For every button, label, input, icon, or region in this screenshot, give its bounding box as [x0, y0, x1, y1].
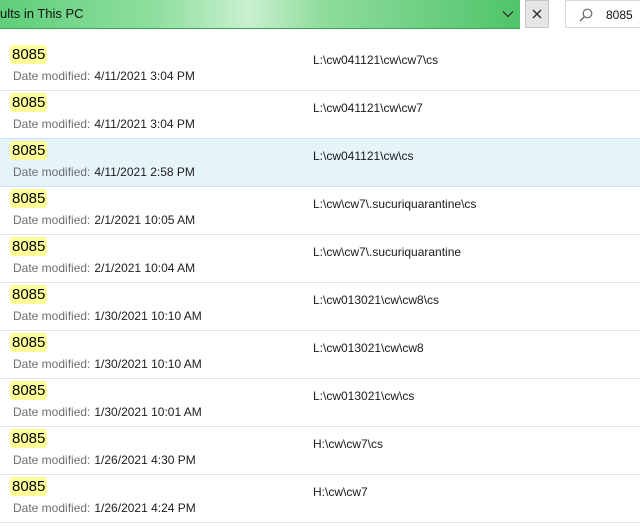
result-row[interactable]: 8085 Date modified: 1/26/2021 4:24 PM H:\cw…: [0, 475, 640, 523]
search-query: 8085: [606, 8, 633, 22]
search-results-list: 8085 Date modified: 4/11/2021 3:04 PM L:\cw…: [0, 43, 640, 523]
result-path: L:\cw013021\cw\cw8\cs: [313, 293, 440, 307]
result-path: L:\cw041121\cw\cw7\cs: [313, 53, 439, 67]
date-modified-value: 1/30/2021 10:10 AM: [94, 309, 202, 323]
date-modified-label: Date modified:: [13, 213, 91, 227]
result-row[interactable]: 8085 Date modified: 1/30/2021 10:10 AM L:\c…: [0, 331, 640, 379]
result-name: 8085: [10, 477, 48, 496]
result-path: L:\cw\cw7\.sucuriquarantine: [313, 245, 462, 259]
result-path: L:\cw013021\cw\cw8: [313, 341, 424, 355]
date-modified-value: 1/26/2021 4:24 PM: [94, 501, 196, 515]
result-path: L:\cw041121\cw\cs: [313, 149, 414, 163]
result-row[interactable]: 8085 Date modified: 4/11/2021 3:04 PM L:\cw…: [0, 91, 640, 139]
result-date-modified: Date modified: 4/11/2021 3:04 PM: [13, 69, 195, 83]
date-modified-value: 1/30/2021 10:01 AM: [94, 405, 202, 419]
result-name: 8085: [10, 333, 48, 352]
result-date-modified: Date modified: 1/26/2021 4:24 PM: [13, 501, 196, 515]
result-row[interactable]: 8085 Date modified: 1/30/2021 10:10 AM L:\c…: [0, 283, 640, 331]
result-name: 8085: [10, 189, 48, 208]
result-date-modified: Date modified: 1/26/2021 4:30 PM: [13, 453, 196, 467]
result-row[interactable]: 8085 Date modified: 1/26/2021 4:30 PM H:\cw…: [0, 427, 640, 475]
date-modified-label: Date modified:: [13, 117, 91, 131]
chevron-down-icon[interactable]: [497, 3, 519, 25]
result-path: H:\cw\cw7\cs: [313, 437, 384, 451]
result-date-modified: Date modified: 1/30/2021 10:10 AM: [13, 309, 202, 323]
result-row[interactable]: 8085 Date modified: 2/1/2021 10:04 AM L:\cw…: [0, 235, 640, 283]
result-date-modified: Date modified: 2/1/2021 10:05 AM: [13, 213, 195, 227]
close-icon: [532, 9, 542, 19]
date-modified-value: 1/30/2021 10:10 AM: [94, 357, 202, 371]
result-name: 8085: [10, 45, 48, 64]
result-path: L:\cw013021\cw\cs: [313, 389, 415, 403]
date-modified-label: Date modified:: [13, 357, 91, 371]
search-icon: [578, 7, 594, 23]
result-date-modified: Date modified: 4/11/2021 2:58 PM: [13, 165, 195, 179]
result-date-modified: Date modified: 4/11/2021 3:04 PM: [13, 117, 195, 131]
date-modified-label: Date modified:: [13, 309, 91, 323]
result-row[interactable]: 8085 Date modified: 1/30/2021 10:01 AM L:\c…: [0, 379, 640, 427]
date-modified-label: Date modified:: [13, 165, 91, 179]
date-modified-value: 4/11/2021 3:04 PM: [94, 69, 195, 83]
date-modified-label: Date modified:: [13, 501, 91, 515]
address-bar[interactable]: ults in This PC: [0, 0, 520, 29]
date-modified-label: Date modified:: [13, 69, 91, 83]
result-date-modified: Date modified: 1/30/2021 10:10 AM: [13, 357, 202, 371]
address-bar-text: ults in This PC: [0, 6, 84, 21]
search-input[interactable]: 8085: [565, 0, 640, 28]
clear-search-button[interactable]: [525, 0, 549, 28]
result-name: 8085: [10, 381, 48, 400]
date-modified-value: 1/26/2021 4:30 PM: [94, 453, 196, 467]
result-path: L:\cw\cw7\.sucuriquarantine\cs: [313, 197, 477, 211]
result-path: L:\cw041121\cw\cw7: [313, 101, 423, 115]
result-row[interactable]: 8085 Date modified: 4/11/2021 2:58 PM L:\cw…: [0, 138, 640, 187]
result-name: 8085: [10, 93, 48, 112]
result-name: 8085: [10, 285, 48, 304]
date-modified-value: 2/1/2021 10:04 AM: [94, 261, 196, 275]
result-row[interactable]: 8085 Date modified: 4/11/2021 3:04 PM L:\cw…: [0, 43, 640, 91]
result-date-modified: Date modified: 2/1/2021 10:04 AM: [13, 261, 195, 275]
date-modified-value: 4/11/2021 3:04 PM: [94, 117, 195, 131]
result-name: 8085: [10, 429, 48, 448]
result-row[interactable]: 8085 Date modified: 2/1/2021 10:05 AM L:\cw…: [0, 187, 640, 235]
date-modified-value: 2/1/2021 10:05 AM: [94, 213, 196, 227]
result-name: 8085: [10, 141, 48, 160]
result-name: 8085: [10, 237, 48, 256]
date-modified-label: Date modified:: [13, 405, 91, 419]
top-bar: ults in This PC 8085: [0, 0, 640, 30]
date-modified-label: Date modified:: [13, 453, 91, 467]
result-date-modified: Date modified: 1/30/2021 10:01 AM: [13, 405, 202, 419]
date-modified-label: Date modified:: [13, 261, 91, 275]
date-modified-value: 4/11/2021 2:58 PM: [94, 165, 195, 179]
result-path: H:\cw\cw7: [313, 485, 368, 499]
